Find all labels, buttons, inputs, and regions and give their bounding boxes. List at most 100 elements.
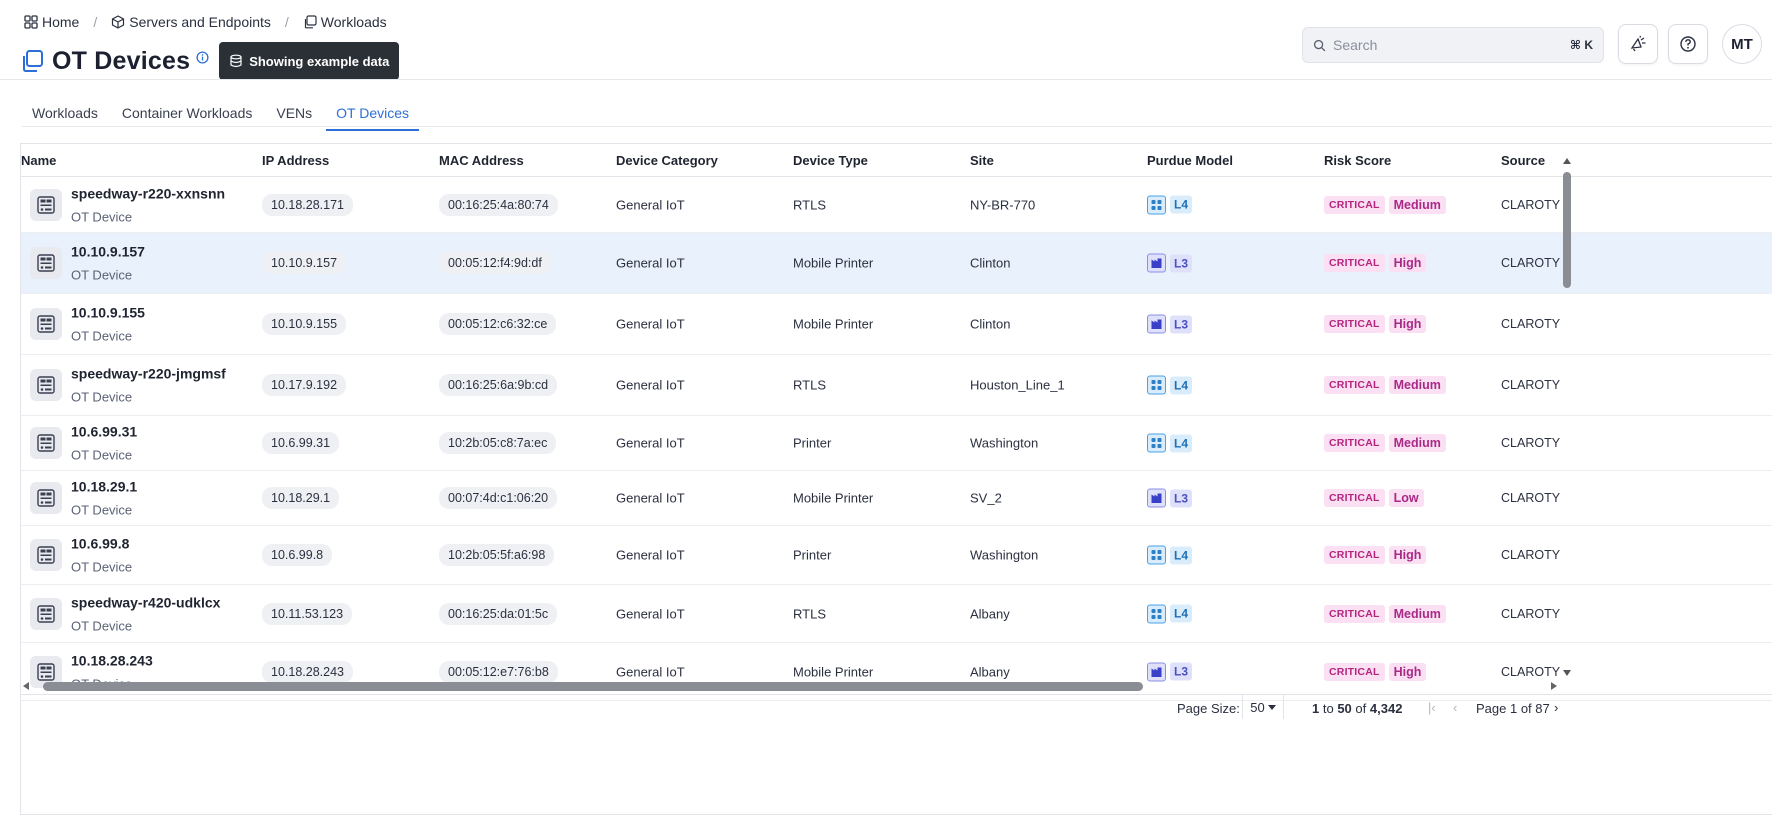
pagination-bar: Page Size: 50 1 to 50 of 4,342 |‹ ‹ Page…	[20, 695, 1772, 721]
table-row[interactable]: 10.18.29.1 OT Device 10.18.29.1 00:07:4d:c1…	[21, 471, 1772, 526]
announcements-button[interactable]	[1618, 24, 1658, 64]
table-row[interactable]: 10.6.99.8 OT Device 10.6.99.8 10:2b:05:5f:a…	[21, 526, 1772, 585]
purdue-model: L4	[1147, 604, 1193, 623]
table-row[interactable]: 10.18.28.243OT Device10.18.28.24300:05:1…	[21, 643, 1772, 701]
table-row[interactable]: 10.10.9.155 OT Device 10.10.9.155 00:05:12:…	[21, 294, 1772, 355]
source: CLAROTY	[1501, 436, 1561, 450]
search-placeholder: Search	[1333, 37, 1378, 53]
column-header-ip[interactable]: IP Address	[262, 153, 329, 168]
column-header-name[interactable]: Name	[21, 153, 56, 168]
device-category: General IoT	[616, 606, 685, 621]
risk-critical-badge: CRITICAL	[1324, 376, 1385, 394]
ip-address: 10.18.29.1	[262, 487, 340, 509]
column-header-site[interactable]: Site	[970, 153, 994, 168]
next-page-icon[interactable]: ›	[1554, 700, 1558, 715]
device-kind: OT Device	[71, 618, 133, 633]
purdue-level-icon	[1147, 433, 1166, 453]
risk-score: CRITICAL High	[1324, 315, 1427, 333]
source: CLAROTY	[1501, 548, 1561, 562]
scroll-up-arrow[interactable]	[1563, 158, 1571, 164]
risk-level-badge: Medium	[1388, 195, 1446, 214]
help-button[interactable]	[1668, 24, 1708, 64]
table-row[interactable]: speedway-r220-xxnsnn OT Device 10.18.28.17…	[21, 177, 1772, 233]
network-icon	[1151, 199, 1162, 210]
site: Clinton	[970, 255, 1011, 271]
scroll-right-arrow[interactable]	[1551, 682, 1557, 690]
column-header-type[interactable]: Device Type	[793, 153, 868, 168]
risk-score: CRITICAL High	[1324, 254, 1427, 272]
device-name[interactable]: 10.18.28.243	[71, 652, 153, 668]
device-name-cell[interactable]: speedway-r220-jmgmsf OT Device	[71, 366, 226, 405]
device-type: RTLS	[793, 606, 826, 621]
device-name-cell[interactable]: 10.10.9.155 OT Device	[71, 305, 145, 344]
table-row[interactable]: speedway-r220-jmgmsf OT Device 10.17.9.192…	[21, 355, 1772, 416]
column-header-mac[interactable]: MAC Address	[439, 153, 524, 168]
breadcrumb-workloads-label: Workloads	[320, 14, 387, 30]
risk-critical-badge: CRITICAL	[1324, 434, 1385, 452]
vertical-scrollbar[interactable]	[1563, 172, 1571, 288]
device-type: Mobile Printer	[793, 255, 874, 271]
purdue-level-icon	[1147, 545, 1166, 565]
previous-page-icon[interactable]: ‹	[1453, 700, 1457, 715]
table-row[interactable]: 10.10.9.157 OT Device 10.10.9.157 00:05:12:…	[21, 233, 1772, 294]
table-header: Name IP Address MAC Address Device Categ…	[21, 144, 1772, 177]
device-type: Printer	[793, 547, 832, 563]
device-name[interactable]: 10.6.99.31	[71, 424, 137, 440]
search-input[interactable]: Search ⌘ K	[1302, 27, 1604, 63]
device-name[interactable]: speedway-r220-jmgmsf	[71, 366, 226, 382]
table-row[interactable]: speedway-r420-udklcx OT Device 10.11.53.12…	[21, 585, 1772, 643]
device-name[interactable]: 10.10.9.155	[71, 305, 145, 321]
page-size-select[interactable]: 50	[1242, 695, 1284, 719]
device-name[interactable]: 10.10.9.157	[71, 244, 145, 260]
device-name-cell[interactable]: 10.6.99.31 OT Device	[71, 424, 137, 463]
ot-device-icon	[30, 597, 62, 630]
breadcrumb-home[interactable]: Home	[24, 14, 79, 30]
ip-address: 10.6.99.8	[262, 544, 333, 566]
device-name-cell[interactable]: 10.18.29.1 OT Device	[71, 479, 137, 518]
page-size-value: 50	[1250, 699, 1265, 715]
ip-address: 10.6.99.31	[262, 432, 340, 454]
table-row[interactable]: 10.6.99.31 OT Device 10.6.99.31 10:2b:05:c8…	[21, 416, 1772, 471]
device-category: General IoT	[616, 435, 685, 451]
site: Houston_Line_1	[970, 377, 1065, 393]
column-header-purdue[interactable]: Purdue Model	[1147, 153, 1233, 168]
column-header-category[interactable]: Device Category	[616, 153, 718, 168]
source: CLAROTY	[1501, 664, 1561, 679]
user-avatar[interactable]: MT	[1722, 24, 1762, 64]
column-header-source[interactable]: Source	[1501, 153, 1545, 168]
breadcrumb-servers[interactable]: Servers and Endpoints	[111, 14, 271, 30]
device-name[interactable]: 10.6.99.8	[71, 536, 132, 552]
ot-device-icon	[30, 482, 62, 514]
device-name-cell[interactable]: speedway-r220-xxnsnn OT Device	[71, 185, 225, 224]
device-kind: OT Device	[71, 389, 133, 405]
device-name-cell[interactable]: speedway-r420-udklcx OT Device	[71, 594, 220, 633]
risk-critical-badge: CRITICAL	[1324, 254, 1385, 272]
horizontal-scrollbar[interactable]	[43, 682, 1143, 691]
device-category: General IoT	[616, 377, 685, 393]
device-kind: OT Device	[71, 559, 133, 575]
purdue-level-icon	[1147, 488, 1166, 508]
purdue-model: L3	[1147, 662, 1193, 681]
device-type: RTLS	[793, 197, 826, 212]
device-name-cell[interactable]: 10.6.99.8 OT Device	[71, 536, 132, 575]
first-page-icon[interactable]: |‹	[1428, 700, 1436, 715]
scroll-down-arrow[interactable]	[1563, 670, 1571, 676]
purdue-model: L3	[1147, 253, 1193, 273]
site: Washington	[970, 435, 1039, 451]
breadcrumb-workloads[interactable]: Workloads	[303, 14, 387, 30]
device-kind: OT Device	[71, 502, 133, 518]
device-name[interactable]: speedway-r420-udklcx	[71, 594, 220, 610]
purdue-level-icon	[1147, 195, 1166, 214]
range-of-word: of	[1355, 701, 1367, 716]
device-name[interactable]: speedway-r220-xxnsnn	[71, 185, 225, 201]
risk-critical-badge: CRITICAL	[1324, 195, 1385, 214]
purdue-model: L3	[1147, 488, 1193, 508]
info-icon[interactable]	[196, 50, 209, 64]
device-name[interactable]: 10.18.29.1	[71, 479, 137, 495]
device-name-cell[interactable]: 10.10.9.157 OT Device	[71, 244, 145, 283]
ot-device-icon	[30, 308, 62, 340]
risk-score: CRITICAL High	[1324, 546, 1427, 564]
purdue-level-icon	[1147, 375, 1166, 395]
column-header-risk[interactable]: Risk Score	[1324, 153, 1391, 168]
scroll-left-arrow[interactable]	[23, 682, 29, 690]
